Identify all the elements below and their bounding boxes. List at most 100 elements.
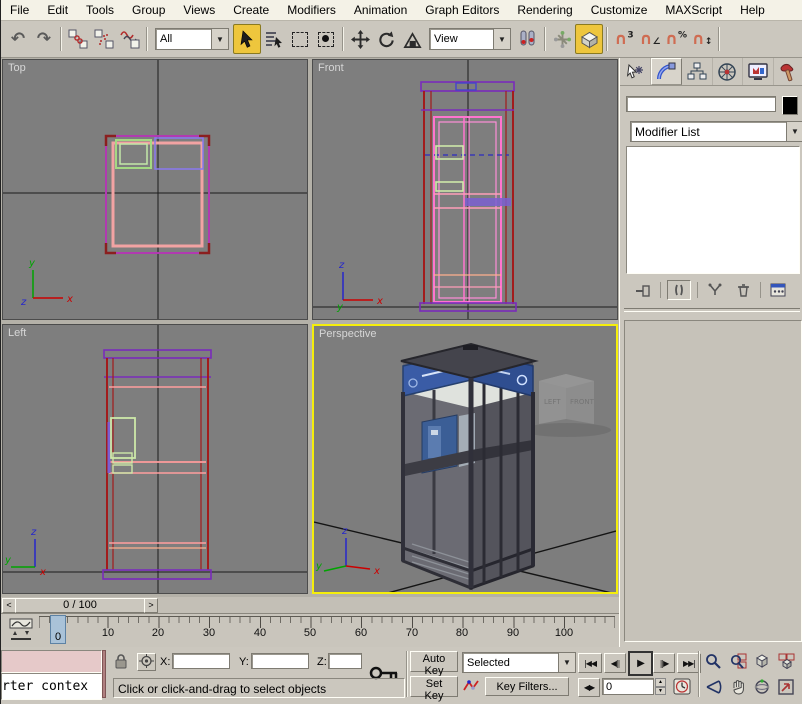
configure-modifier-sets-icon[interactable] bbox=[767, 281, 789, 299]
make-unique-icon[interactable] bbox=[704, 281, 726, 299]
select-and-manipulate-icon[interactable] bbox=[549, 25, 575, 53]
menu-modifiers[interactable]: Modifiers bbox=[278, 1, 345, 19]
use-pivot-center-icon[interactable] bbox=[515, 25, 541, 53]
selection-set-dropdown[interactable]: Selected ▼ bbox=[462, 652, 576, 673]
next-frame-button[interactable]: ||▶ bbox=[653, 653, 675, 673]
modify-tab[interactable] bbox=[651, 58, 683, 85]
menu-maxscript[interactable]: MAXScript bbox=[656, 1, 731, 19]
arc-rotate-icon[interactable] bbox=[752, 677, 772, 696]
create-tab[interactable] bbox=[620, 58, 651, 85]
remove-modifier-icon[interactable] bbox=[732, 281, 754, 299]
dropdown-arrow-icon[interactable]: ▼ bbox=[493, 29, 510, 49]
menu-rendering[interactable]: Rendering bbox=[508, 1, 581, 19]
window-crossing-icon[interactable] bbox=[313, 25, 339, 53]
menu-views[interactable]: Views bbox=[174, 1, 224, 19]
field-of-view-icon[interactable] bbox=[703, 677, 723, 696]
snaps-toggle-icon[interactable]: ∩3 bbox=[611, 25, 637, 53]
hierarchy-tab[interactable] bbox=[682, 58, 713, 85]
time-slider[interactable]: 0 / 100 bbox=[15, 598, 145, 613]
absolute-offset-toggle-icon[interactable] bbox=[137, 653, 156, 671]
dropdown-arrow-icon[interactable]: ▼ bbox=[786, 122, 802, 141]
frame-spinner[interactable]: ▲ ▼ bbox=[655, 678, 666, 695]
zoom-all-icon[interactable] bbox=[728, 651, 748, 670]
modifier-list-dropdown[interactable]: Modifier List ▼ bbox=[630, 121, 802, 142]
macro-recorder-field[interactable] bbox=[1, 650, 102, 673]
pin-stack-icon[interactable] bbox=[632, 281, 654, 299]
bind-to-spacewarp-icon[interactable] bbox=[117, 25, 143, 53]
current-frame-marker[interactable]: 0 bbox=[50, 615, 66, 644]
min-max-toggle-icon[interactable] bbox=[776, 677, 796, 696]
command-panel: Modifier List ▼ bbox=[619, 58, 802, 647]
viewport-perspective[interactable]: Perspective LEFT FRONT bbox=[312, 324, 618, 594]
listener-splitter[interactable] bbox=[102, 650, 106, 698]
selection-filter-dropdown[interactable]: All ▼ bbox=[155, 28, 229, 50]
undo-icon[interactable]: ↶ bbox=[5, 25, 31, 53]
viewport-front[interactable]: Front bbox=[312, 59, 618, 320]
dropdown-arrow-icon[interactable]: ▼ bbox=[211, 29, 228, 49]
redo-icon[interactable]: ↷ bbox=[31, 25, 57, 53]
rectangular-selection-region-icon[interactable] bbox=[287, 25, 313, 53]
svg-text:x: x bbox=[373, 566, 380, 577]
z-coordinate-field[interactable] bbox=[328, 653, 362, 669]
keyboard-override-icon[interactable] bbox=[575, 24, 603, 54]
select-by-name-icon[interactable] bbox=[261, 25, 287, 53]
y-coordinate-field[interactable] bbox=[251, 653, 309, 669]
show-end-result-icon[interactable] bbox=[667, 280, 691, 300]
go-to-start-button[interactable]: |◀◀ bbox=[578, 653, 602, 673]
maxscript-mini-listener[interactable]: rter contex bbox=[1, 673, 102, 700]
zoom-extents-icon[interactable] bbox=[752, 651, 772, 670]
mini-curve-editor-icon[interactable] bbox=[8, 617, 34, 643]
menu-help[interactable]: Help bbox=[731, 1, 774, 19]
select-and-scale-icon[interactable] bbox=[399, 25, 425, 53]
key-filters-button[interactable]: Key Filters... bbox=[485, 677, 569, 696]
select-and-move-icon[interactable] bbox=[347, 25, 373, 53]
zoom-icon[interactable] bbox=[703, 651, 723, 670]
previous-frame-arrow[interactable]: < bbox=[2, 598, 16, 613]
pan-hand-icon[interactable] bbox=[728, 677, 748, 696]
auto-key-button[interactable]: Auto Key bbox=[410, 651, 458, 672]
viewport-left[interactable]: Left bbox=[2, 324, 308, 594]
menu-group[interactable]: Group bbox=[123, 1, 174, 19]
menu-tools[interactable]: Tools bbox=[77, 1, 123, 19]
object-color-swatch[interactable] bbox=[782, 96, 798, 115]
zoom-extents-all-icon[interactable] bbox=[776, 651, 796, 670]
angle-snap-icon[interactable]: ∩∠ bbox=[637, 25, 663, 53]
motion-tab[interactable] bbox=[713, 58, 744, 85]
set-key-filters-curve-icon[interactable] bbox=[462, 677, 480, 695]
reference-coordinate-dropdown[interactable]: View ▼ bbox=[429, 28, 511, 50]
play-button[interactable]: ▶ bbox=[628, 651, 653, 676]
display-tab[interactable] bbox=[743, 58, 774, 85]
reference-coordinate-value: View bbox=[430, 33, 493, 45]
previous-frame-button[interactable]: ◀|| bbox=[604, 653, 626, 673]
svg-text:y: y bbox=[336, 302, 344, 313]
time-configuration-icon[interactable] bbox=[673, 678, 691, 695]
menu-create[interactable]: Create bbox=[224, 1, 278, 19]
select-and-link-icon[interactable] bbox=[65, 25, 91, 53]
menu-graph-editors[interactable]: Graph Editors bbox=[416, 1, 508, 19]
key-mode-toggle-button[interactable]: ◀▶ bbox=[578, 678, 600, 697]
menu-animation[interactable]: Animation bbox=[345, 1, 416, 19]
object-name-row bbox=[626, 96, 798, 114]
object-name-field[interactable] bbox=[626, 96, 776, 112]
percent-snap-icon[interactable]: ∩% bbox=[663, 25, 689, 53]
select-object-icon[interactable] bbox=[233, 24, 261, 54]
dropdown-arrow-icon[interactable]: ▼ bbox=[558, 653, 575, 672]
modifier-stack-list[interactable] bbox=[626, 146, 800, 274]
next-frame-arrow[interactable]: > bbox=[144, 598, 158, 613]
menu-file[interactable]: File bbox=[1, 1, 38, 19]
current-frame-field[interactable] bbox=[602, 678, 654, 695]
menu-customize[interactable]: Customize bbox=[582, 1, 657, 19]
viewport-top[interactable]: Top y x z bbox=[2, 59, 308, 320]
menu-edit[interactable]: Edit bbox=[38, 1, 77, 19]
utilities-tab[interactable] bbox=[774, 58, 802, 85]
track-bar[interactable]: 0 10 20 30 40 50 60 70 80 90 100 0 bbox=[1, 614, 619, 649]
spinner-snap-icon[interactable]: ∩↕ bbox=[689, 25, 715, 53]
unlink-selection-icon[interactable] bbox=[91, 25, 117, 53]
modifier-stack-buttons bbox=[624, 280, 800, 300]
select-and-rotate-icon[interactable] bbox=[373, 25, 399, 53]
set-key-button[interactable]: Set Key bbox=[410, 676, 458, 697]
selection-lock-icon[interactable] bbox=[114, 654, 128, 669]
svg-text:z: z bbox=[20, 297, 27, 308]
tick-label: 10 bbox=[93, 627, 123, 639]
x-coordinate-field[interactable] bbox=[172, 653, 230, 669]
